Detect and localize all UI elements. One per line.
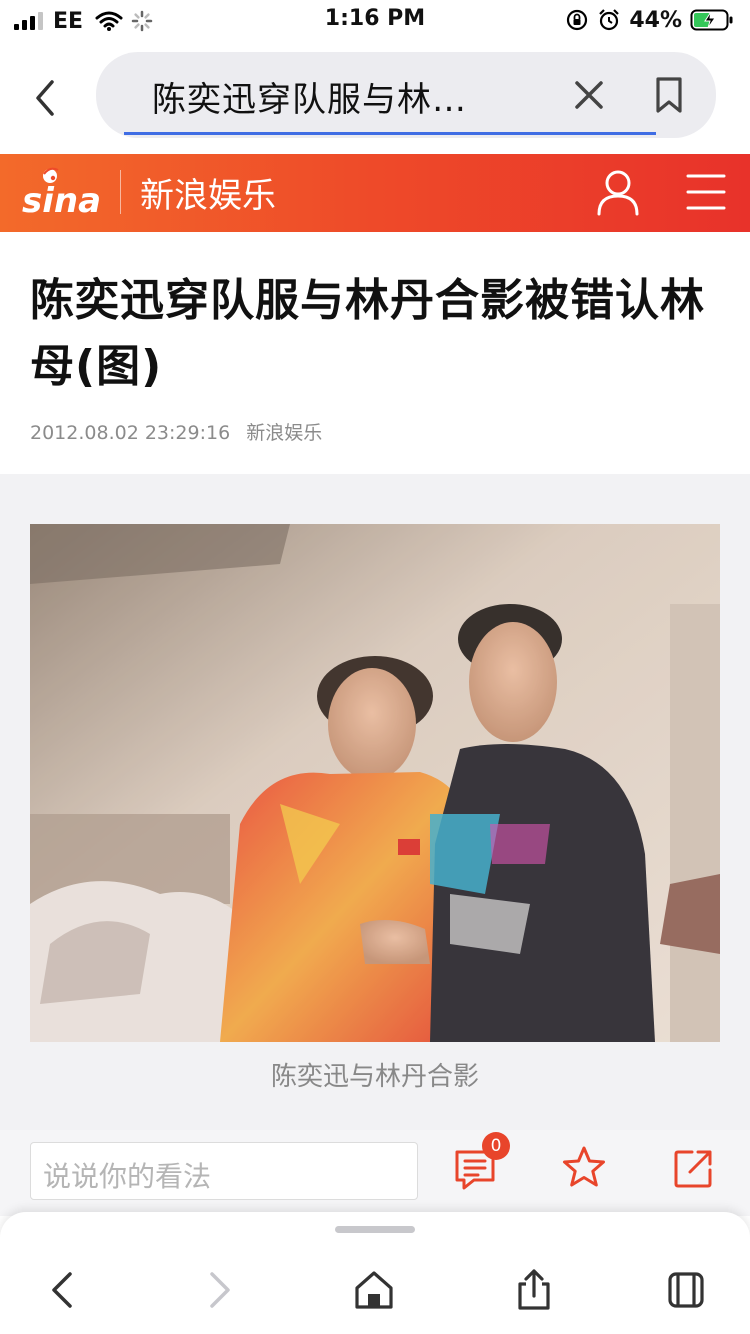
tabs-icon[interactable] <box>664 1268 708 1312</box>
favorite-star-icon[interactable] <box>560 1144 608 1192</box>
comment-input[interactable]: 说说你的看法 <box>30 1142 418 1200</box>
alarm-icon <box>599 9 620 31</box>
menu-icon[interactable] <box>686 172 726 212</box>
user-icon[interactable] <box>596 168 640 216</box>
svg-text:sina: sina <box>22 181 101 220</box>
back-icon[interactable] <box>42 1268 86 1312</box>
bookmark-icon[interactable] <box>654 76 684 114</box>
article-header: 陈奕迅穿队服与林丹合影被错认林母(图) 2012.08.02 23:29:16 … <box>0 232 750 472</box>
article-timestamp: 2012.08.02 23:29:16 <box>30 422 231 444</box>
page-load-progress-bar <box>124 132 656 135</box>
comment-count-badge: 0 <box>482 1132 510 1160</box>
channel-name[interactable]: 新浪娱乐 <box>140 168 276 217</box>
orientation-lock-icon <box>567 9 588 31</box>
url-field[interactable]: 陈奕迅穿队服与林… <box>96 52 716 138</box>
article-source[interactable]: 新浪娱乐 <box>246 422 322 444</box>
status-bar: EE 1:16 PM 44% <box>0 0 750 42</box>
header-divider <box>120 170 121 214</box>
toolbar-grabber[interactable] <box>335 1226 415 1233</box>
comment-bar: 说说你的看法 0 <box>0 1130 750 1216</box>
article-title: 陈奕迅穿队服与林丹合影被错认林母(图) <box>30 275 705 392</box>
forward-icon[interactable] <box>196 1268 240 1312</box>
battery-percentage: 44% <box>629 7 682 33</box>
browser-toolbar <box>0 1212 750 1334</box>
site-header: sina 新浪娱乐 <box>0 154 750 232</box>
home-icon[interactable] <box>352 1268 396 1312</box>
article-photo[interactable] <box>30 524 720 1042</box>
article-body: 陈奕迅与林丹合影 <box>0 474 750 1130</box>
battery-charging-icon <box>690 9 733 31</box>
address-bar-row: 陈奕迅穿队服与林… <box>0 42 750 152</box>
url-title-text: 陈奕迅穿队服与林… <box>152 80 467 120</box>
image-caption: 陈奕迅与林丹合影 <box>270 1062 479 1092</box>
share-icon[interactable] <box>672 1146 716 1190</box>
share-upload-icon[interactable] <box>512 1268 556 1312</box>
sina-logo[interactable]: sina <box>20 164 110 220</box>
clear-icon[interactable] <box>572 78 606 112</box>
article-meta: 2012.08.02 23:29:16 新浪娱乐 <box>30 418 332 445</box>
back-chevron-icon[interactable] <box>28 78 64 118</box>
